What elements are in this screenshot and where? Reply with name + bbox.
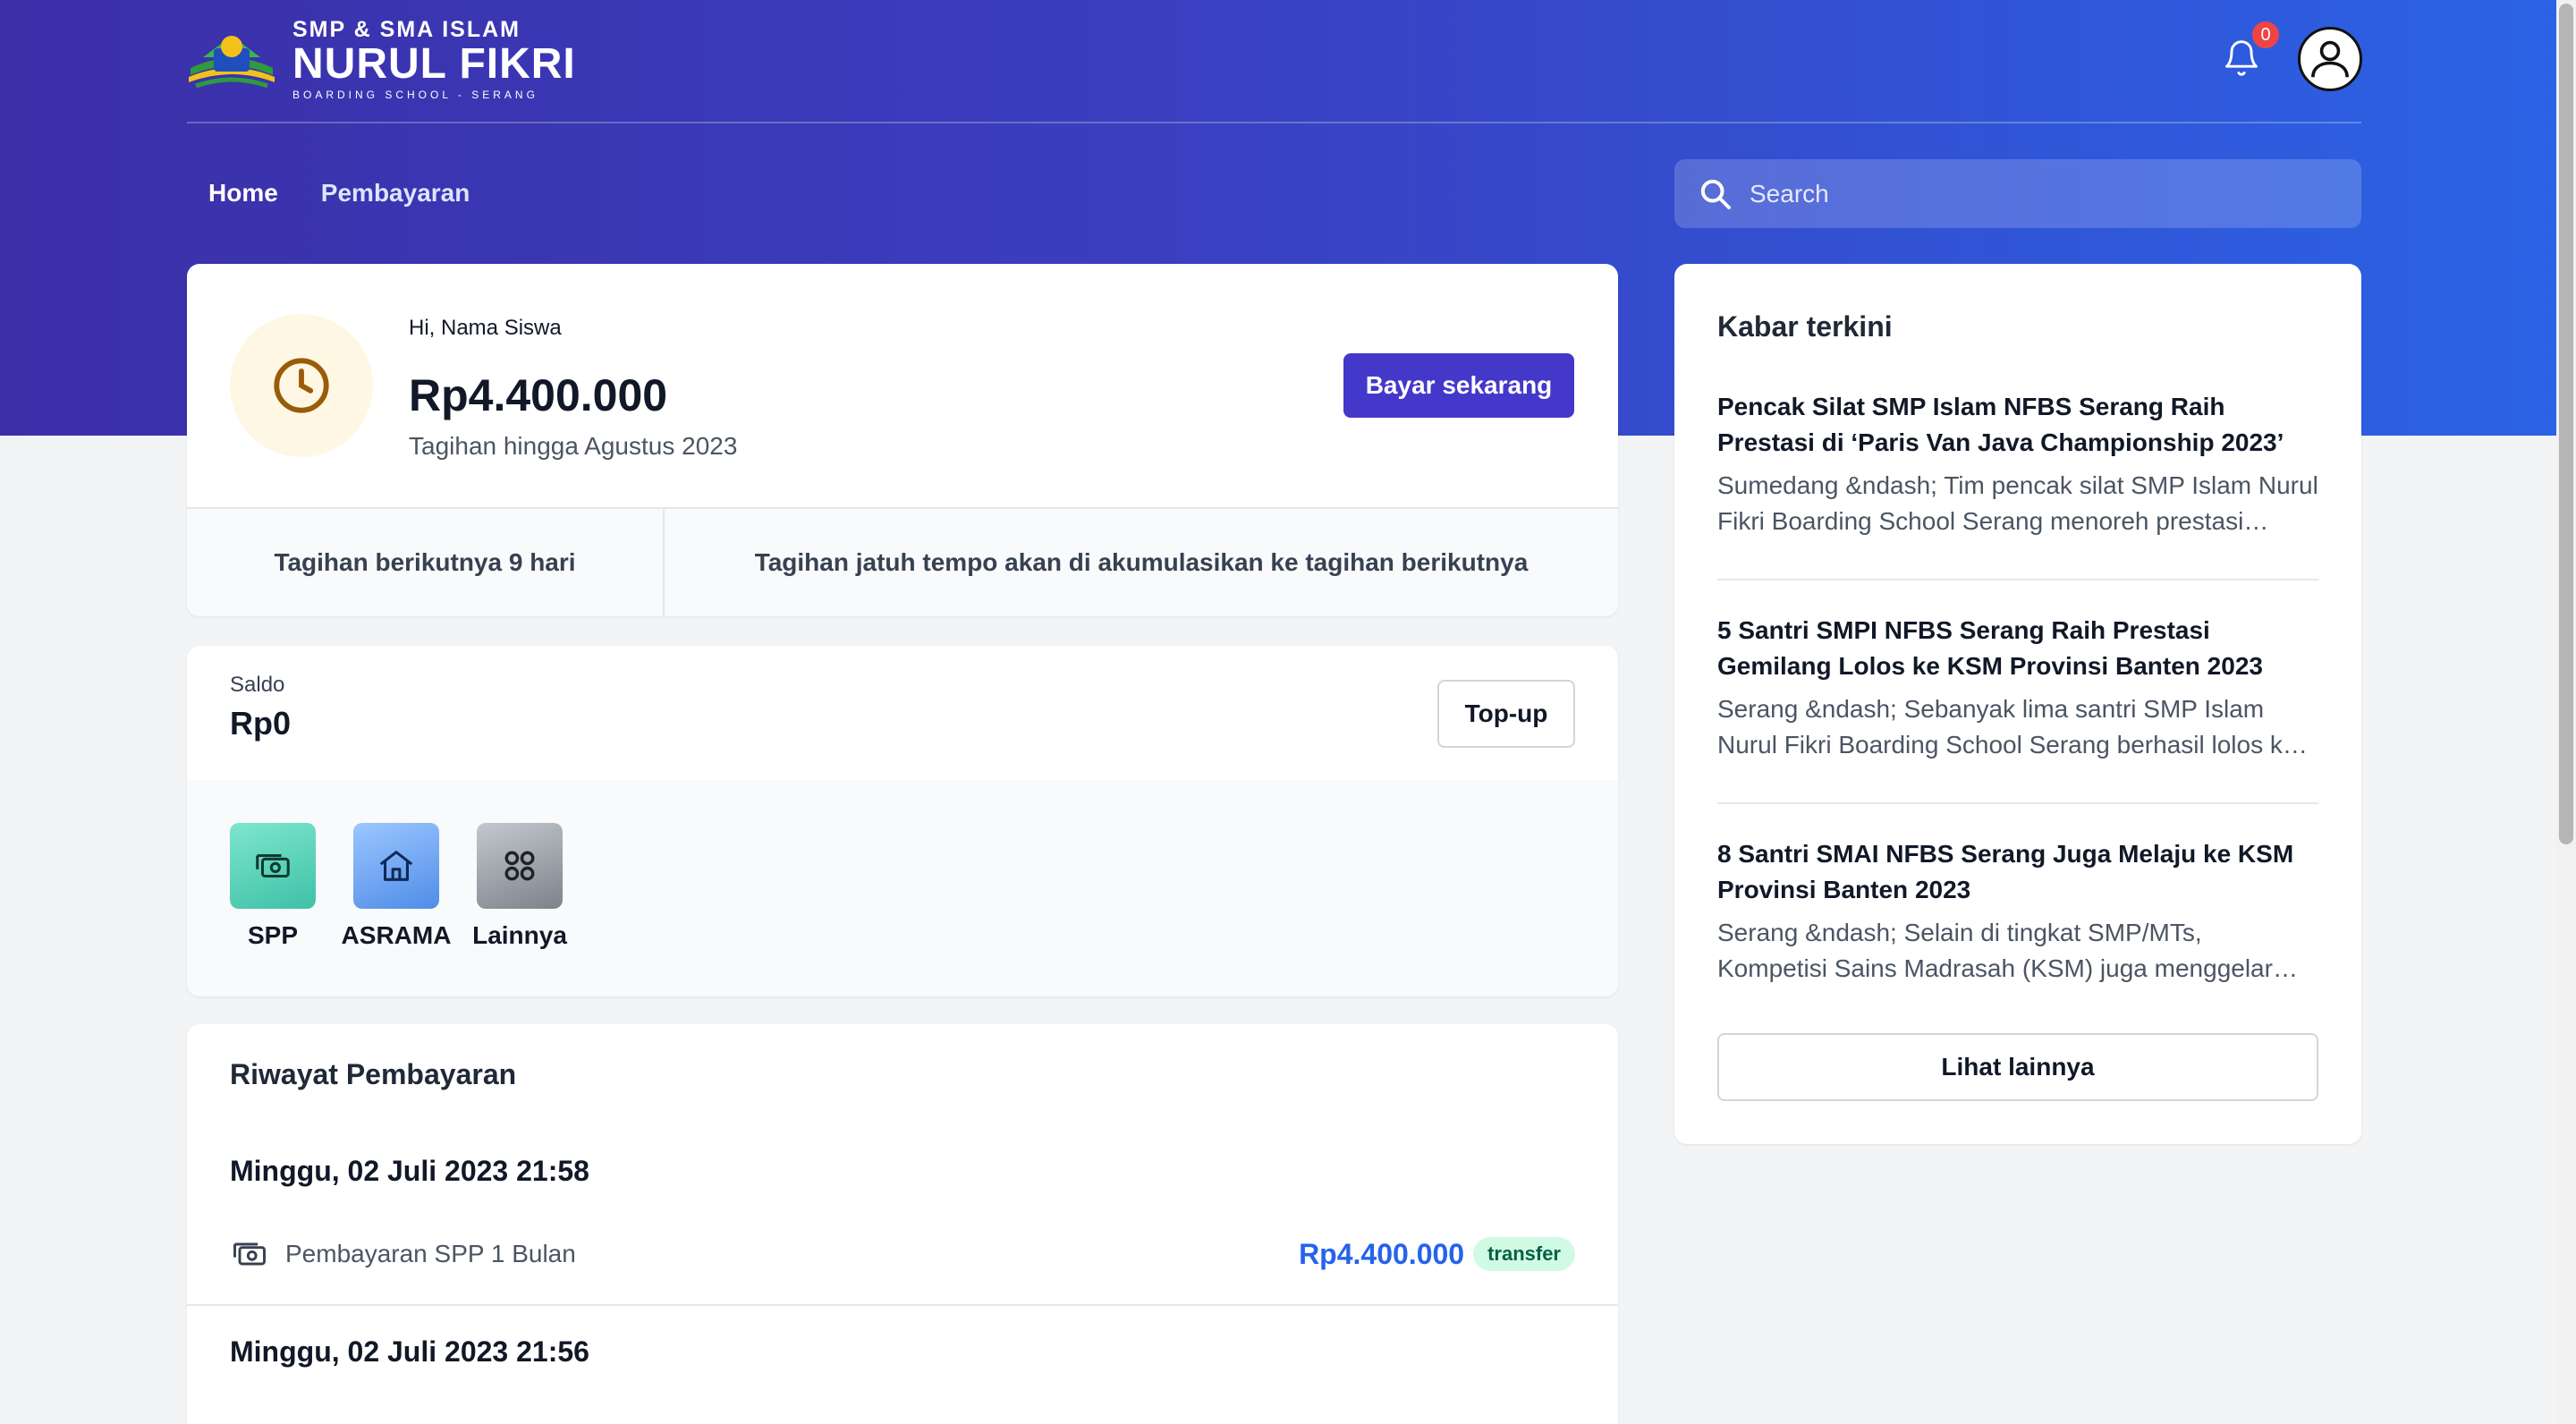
balance-label: Saldo: [230, 673, 285, 697]
logo-line-3: BOARDING SCHOOL - SERANG: [292, 88, 538, 101]
top-bar: SMP & SMA ISLAM NURUL FIKRI BOARDING SCH…: [187, 0, 2362, 123]
search-input[interactable]: [1750, 179, 2322, 208]
grid-icon: [504, 851, 535, 881]
history-date: Minggu, 02 Juli 2023 21:58: [230, 1155, 589, 1187]
news-item-title: 5 Santri SMPI NFBS Serang Raih Prestasi …: [1717, 616, 2263, 680]
news-item[interactable]: 5 Santri SMPI NFBS Serang Raih Prestasi …: [1717, 613, 2318, 763]
topup-button[interactable]: Top-up: [1437, 680, 1575, 748]
notification-count-badge: 0: [2252, 21, 2279, 48]
menu-item-lainnya[interactable]: Lainnya: [457, 823, 582, 950]
history-divider: [187, 1304, 1618, 1306]
school-logo[interactable]: SMP & SMA ISLAM NURUL FIKRI BOARDING SCH…: [187, 16, 576, 101]
bill-period: Tagihan hingga Agustus 2023: [409, 432, 738, 460]
news-divider: [1717, 579, 2318, 581]
news-item-excerpt: Serang &ndash; Selain di tingkat SMP/MTs…: [1717, 919, 2273, 982]
search-bar[interactable]: [1674, 159, 2361, 228]
news-item-title: 8 Santri SMAI NFBS Serang Juga Melaju ke…: [1717, 840, 2294, 903]
school-emblem-icon: [189, 36, 275, 89]
scrollbar-thumb[interactable]: [2559, 4, 2573, 844]
history-row[interactable]: Pembayaran SPP 1 Bulan Rp4.400.000 trans…: [230, 1232, 1575, 1276]
logo-line-2: NURUL FIKRI: [292, 39, 576, 88]
nav-pembayaran[interactable]: Pembayaran: [300, 179, 492, 208]
news-item-title: Pencak Silat SMP Islam NFBS Serang Raih …: [1717, 393, 2284, 456]
bill-footer: Tagihan berikutnya 9 hari Tagihan jatuh …: [187, 507, 1618, 616]
news-item[interactable]: Pencak Silat SMP Islam NFBS Serang Raih …: [1717, 389, 2318, 539]
payment-history-card: Riwayat Pembayaran Minggu, 02 Juli 2023 …: [187, 1024, 1618, 1424]
bill-card: Hi, Nama Siswa Rp4.400.000 Tagihan hingg…: [187, 264, 1618, 616]
nav-home[interactable]: Home: [187, 179, 300, 208]
payment-menu: SPP ASRAMA Lainnya: [187, 780, 1618, 996]
history-date: Minggu, 02 Juli 2023 21:56: [230, 1335, 589, 1368]
cash-icon: [233, 1242, 266, 1266]
menu-tile-lainnya: [477, 823, 563, 909]
home-icon: [379, 851, 413, 881]
menu-label-asrama: ASRAMA: [341, 921, 452, 949]
user-avatar[interactable]: [2298, 27, 2362, 91]
search-icon: [1700, 179, 1731, 209]
due-bill-note: Tagihan jatuh tempo akan di akumulasikan…: [754, 548, 1529, 576]
balance-amount: Rp0: [230, 705, 292, 742]
menu-tile-asrama: [353, 823, 439, 909]
bill-amount: Rp4.400.000: [409, 370, 668, 420]
news-title: Kabar terkini: [1717, 310, 1893, 343]
balance-card: Saldo Rp0 Top-up SPP ASRAMA Lainnya: [187, 646, 1618, 996]
news-divider: [1717, 802, 2318, 804]
menu-item-spp[interactable]: SPP: [210, 823, 335, 950]
see-more-button[interactable]: Lihat lainnya: [1717, 1033, 2318, 1101]
clock-icon: [274, 358, 329, 413]
menu-item-asrama[interactable]: ASRAMA: [334, 823, 459, 950]
pay-now-button[interactable]: Bayar sekarang: [1343, 353, 1574, 418]
next-bill-info: Tagihan berikutnya 9 hari: [187, 509, 665, 616]
menu-label-lainnya: Lainnya: [472, 921, 567, 949]
user-icon: [2311, 40, 2349, 78]
history-description: Pembayaran SPP 1 Bulan: [285, 1240, 576, 1267]
menu-tile-spp: [230, 823, 316, 909]
history-amount: Rp4.400.000: [1299, 1237, 1465, 1270]
news-item[interactable]: 8 Santri SMAI NFBS Serang Juga Melaju ke…: [1717, 836, 2318, 987]
student-greeting: Hi, Nama Siswa: [409, 316, 562, 340]
history-title: Riwayat Pembayaran: [230, 1058, 517, 1090]
news-item-excerpt: Sumedang &ndash; Tim pencak silat SMP Is…: [1717, 471, 2318, 535]
news-item-excerpt: Serang &ndash; Sebanyak lima santri SMP …: [1717, 695, 2297, 759]
news-card: Kabar terkini Pencak Silat SMP Islam NFB…: [1674, 264, 2361, 1144]
main-nav: Home Pembayaran: [187, 159, 491, 227]
payment-method-badge: transfer: [1473, 1237, 1575, 1271]
bill-clock-badge: [230, 314, 373, 457]
cash-icon: [256, 853, 290, 878]
menu-label-spp: SPP: [247, 921, 299, 949]
logo-text: SMP & SMA ISLAM NURUL FIKRI BOARDING SCH…: [292, 16, 576, 101]
logo-line-1: SMP & SMA ISLAM: [292, 16, 521, 42]
